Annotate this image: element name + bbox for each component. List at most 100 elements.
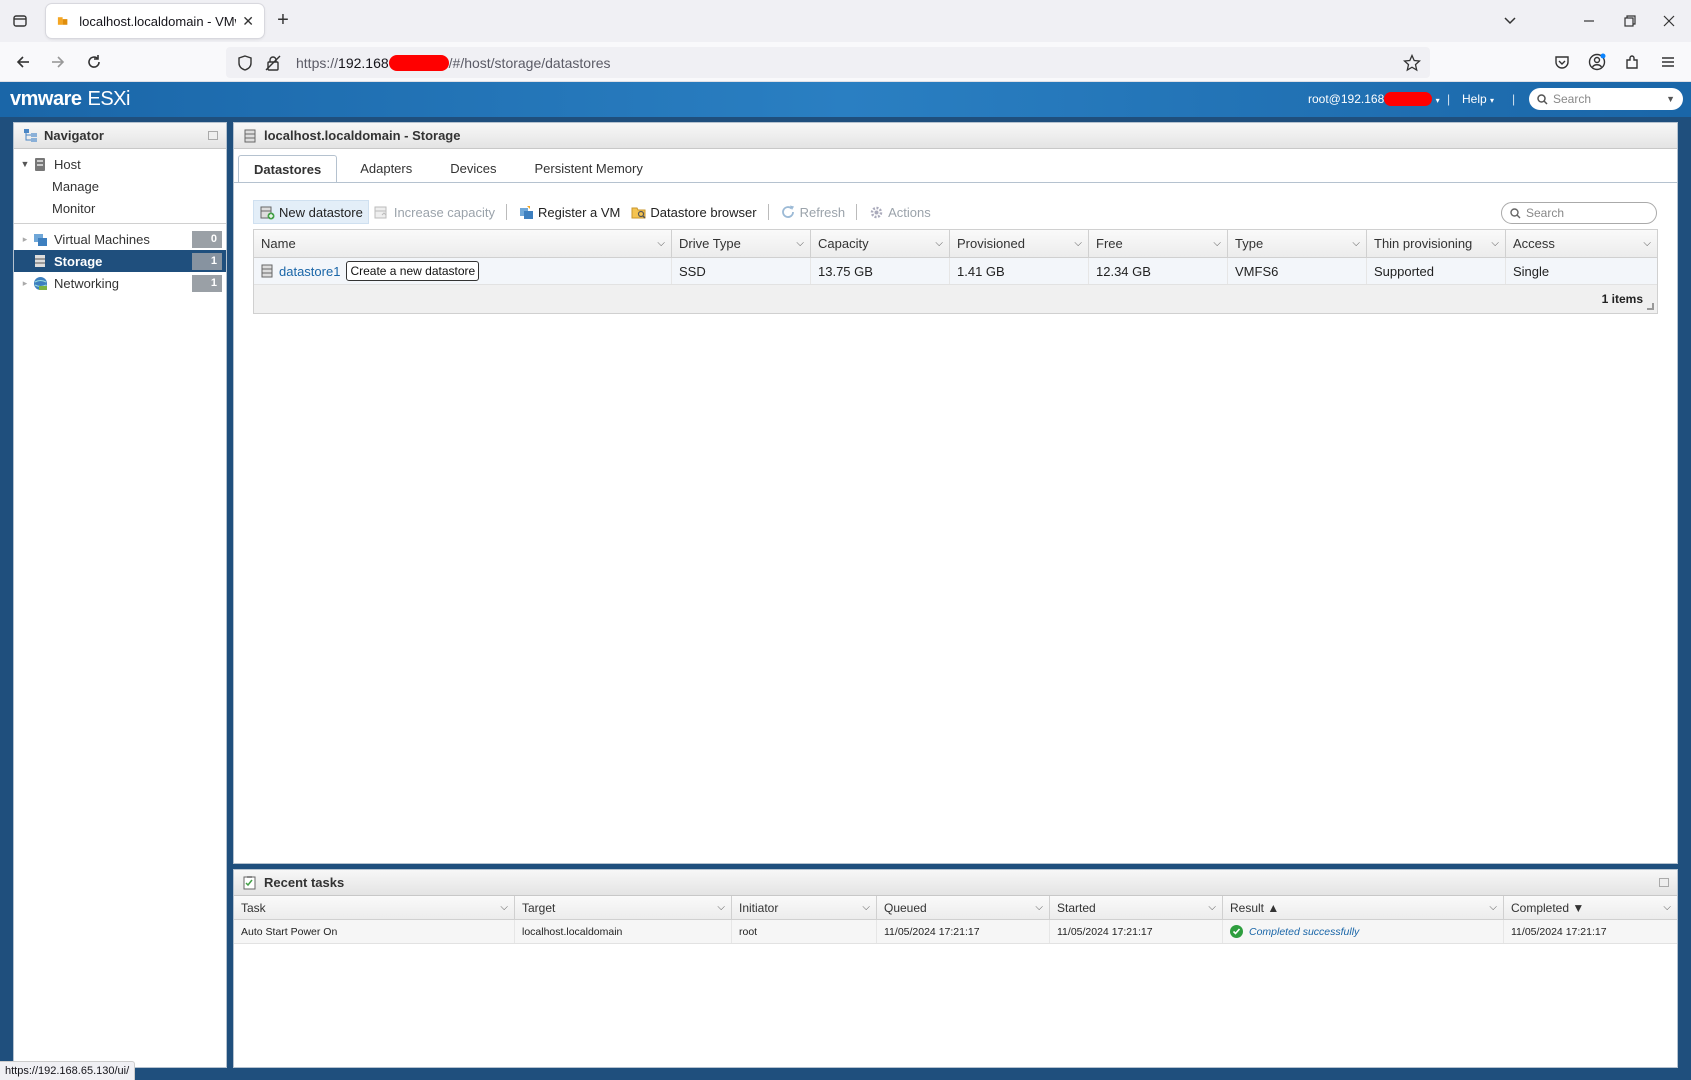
page-title: localhost.localdomain - Storage bbox=[264, 128, 461, 143]
chevron-down-icon: ⌵ bbox=[862, 902, 870, 913]
search-icon bbox=[1537, 93, 1548, 105]
forward-icon[interactable] bbox=[46, 50, 70, 74]
new-datastore-button[interactable]: New datastore bbox=[253, 200, 369, 224]
close-window-icon[interactable] bbox=[1657, 10, 1681, 32]
cell-access: Single bbox=[1513, 263, 1550, 279]
datastores-table: Name ⌵ Drive Type ⌵ Capacity ⌵ Provisioned ⌵… bbox=[253, 229, 1658, 314]
storage-panel: localhost.localdomain - Storage Datastor… bbox=[233, 122, 1678, 864]
header-search-input[interactable]: Search ▼ bbox=[1529, 88, 1683, 110]
list-all-tabs-icon[interactable] bbox=[1498, 10, 1522, 32]
column-header-target[interactable]: Target ⌵ bbox=[515, 896, 732, 919]
actions-button[interactable]: Actions bbox=[863, 200, 936, 224]
column-header-drive-type[interactable]: Drive Type ⌵ bbox=[672, 230, 811, 257]
tooltip: Create a new datastore bbox=[346, 261, 480, 281]
chevron-down-icon[interactable]: ▼ bbox=[1666, 94, 1675, 104]
table-row[interactable]: datastore1 Create a new datastore SSD 13… bbox=[254, 258, 1657, 285]
recent-tasks-header: Recent tasks bbox=[234, 870, 1677, 896]
nav-host[interactable]: ▼ Host bbox=[14, 153, 226, 175]
restore-icon[interactable] bbox=[1618, 10, 1642, 32]
storage-count-badge: 1 bbox=[192, 253, 222, 270]
reload-icon[interactable] bbox=[82, 50, 106, 74]
url-text: https://192.168/#/host/storage/datastore… bbox=[296, 54, 611, 71]
cell-type: VMFS6 bbox=[1228, 258, 1367, 284]
increase-capacity-button[interactable]: Increase capacity bbox=[369, 200, 500, 224]
register-vm-button[interactable]: Register a VM bbox=[513, 200, 625, 224]
nav-monitor[interactable]: Monitor bbox=[14, 197, 226, 219]
expand-arrow-icon[interactable]: ▸ bbox=[18, 278, 32, 289]
gear-icon bbox=[868, 204, 884, 220]
expand-arrow-icon[interactable]: ▼ bbox=[18, 159, 32, 169]
datastore-search-input[interactable]: Search bbox=[1501, 202, 1657, 224]
storage-icon bbox=[32, 253, 48, 269]
refresh-button[interactable]: Refresh bbox=[775, 200, 851, 224]
nav-storage[interactable]: Storage 1 bbox=[14, 250, 226, 272]
column-header-capacity[interactable]: Capacity ⌵ bbox=[811, 230, 950, 257]
nav-manage[interactable]: Manage bbox=[14, 175, 226, 197]
networking-count-badge: 1 bbox=[192, 275, 222, 292]
cell-target: localhost.localdomain bbox=[515, 920, 732, 943]
user-menu[interactable]: root@192.168 ▾ bbox=[1308, 92, 1440, 106]
column-header-initiator[interactable]: Initiator ⌵ bbox=[732, 896, 877, 919]
browser-tab-bar: localhost.localdomain - VMware ✕ + bbox=[0, 0, 1691, 42]
chevron-down-icon: ⌵ bbox=[657, 238, 665, 249]
new-tab-icon[interactable]: + bbox=[272, 10, 294, 32]
column-header-provisioned[interactable]: Provisioned ⌵ bbox=[950, 230, 1089, 257]
networking-icon bbox=[32, 275, 48, 291]
chevron-down-icon: ⌵ bbox=[1074, 238, 1082, 249]
refresh-icon bbox=[780, 204, 796, 220]
tab-persistent-memory[interactable]: Persistent Memory bbox=[520, 155, 658, 183]
insecure-lock-icon[interactable] bbox=[264, 54, 282, 72]
datastore-icon bbox=[261, 264, 273, 278]
column-header-started[interactable]: Started ⌵ bbox=[1050, 896, 1223, 919]
cell-provisioned: 1.41 GB bbox=[950, 258, 1089, 284]
datastore-toolbar: New datastore Increase capacity Register… bbox=[253, 200, 936, 224]
navigator-icon bbox=[22, 128, 38, 144]
tracking-shield-icon[interactable] bbox=[236, 54, 254, 72]
chevron-down-icon: ⌵ bbox=[1663, 902, 1671, 913]
table-row[interactable]: Auto Start Power On localhost.localdomai… bbox=[234, 920, 1677, 944]
column-header-completed[interactable]: Completed ▼ ⌵ bbox=[1504, 896, 1677, 919]
tab-datastores[interactable]: Datastores bbox=[238, 155, 338, 183]
cell-task: Auto Start Power On bbox=[234, 920, 515, 943]
help-menu[interactable]: Help ▾ bbox=[1462, 92, 1494, 106]
browser-tab[interactable]: localhost.localdomain - VMware ✕ bbox=[46, 4, 264, 38]
menu-icon[interactable] bbox=[1656, 50, 1680, 74]
chevron-down-icon: ⌵ bbox=[1213, 238, 1221, 249]
datastore-link[interactable]: datastore1 bbox=[279, 258, 340, 285]
cell-completed: 11/05/2024 17:21:17 bbox=[1511, 925, 1607, 938]
collapse-tasks-icon[interactable] bbox=[1659, 878, 1669, 887]
storage-icon bbox=[242, 128, 258, 144]
account-icon[interactable] bbox=[1585, 50, 1609, 74]
datastore-browser-button[interactable]: Datastore browser bbox=[625, 200, 761, 224]
bookmark-star-icon[interactable] bbox=[1402, 53, 1422, 73]
pocket-icon[interactable] bbox=[1550, 50, 1574, 74]
increase-capacity-icon bbox=[374, 204, 390, 220]
browser-nav-bar: https://192.168/#/host/storage/datastore… bbox=[0, 42, 1691, 82]
extensions-icon[interactable] bbox=[1620, 50, 1644, 74]
chevron-down-icon: ⌵ bbox=[1352, 238, 1360, 249]
expand-arrow-icon[interactable]: ▸ bbox=[18, 234, 32, 245]
column-header-name[interactable]: Name ⌵ bbox=[254, 230, 672, 257]
tab-list-icon[interactable] bbox=[8, 9, 32, 33]
minimize-icon[interactable] bbox=[1577, 10, 1601, 32]
close-tab-icon[interactable]: ✕ bbox=[242, 13, 254, 30]
link-status-bar: https://192.168.65.130/ui/ bbox=[0, 1061, 136, 1080]
column-header-result[interactable]: Result ▲ ⌵ bbox=[1223, 896, 1504, 919]
column-header-type[interactable]: Type ⌵ bbox=[1228, 230, 1367, 257]
column-header-thin-provisioning[interactable]: Thin provisioning ⌵ bbox=[1367, 230, 1506, 257]
column-header-queued[interactable]: Queued ⌵ bbox=[877, 896, 1050, 919]
collapse-navigator-icon[interactable] bbox=[208, 131, 218, 140]
tab-devices[interactable]: Devices bbox=[435, 155, 511, 183]
resize-grip-icon[interactable] bbox=[1647, 303, 1654, 310]
column-header-free[interactable]: Free ⌵ bbox=[1089, 230, 1228, 257]
chevron-down-icon: ⌵ bbox=[1643, 238, 1651, 249]
column-header-task[interactable]: Task ⌵ bbox=[234, 896, 515, 919]
back-icon[interactable] bbox=[11, 50, 35, 74]
address-bar[interactable]: https://192.168/#/host/storage/datastore… bbox=[226, 47, 1430, 78]
nav-networking[interactable]: ▸ Networking 1 bbox=[14, 272, 226, 294]
table-footer: 1 items bbox=[254, 285, 1657, 313]
tab-adapters[interactable]: Adapters bbox=[345, 155, 427, 183]
redaction-mark bbox=[1384, 92, 1433, 106]
column-header-access[interactable]: Access ⌵ bbox=[1506, 230, 1657, 257]
nav-virtual-machines[interactable]: ▸ Virtual Machines 0 bbox=[14, 228, 226, 250]
